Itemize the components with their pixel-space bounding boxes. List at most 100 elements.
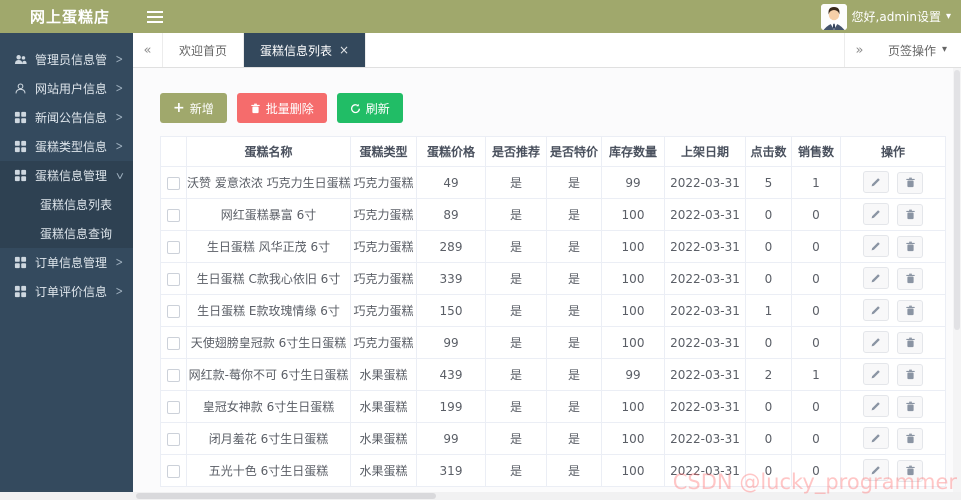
row-checkbox[interactable] [167, 464, 180, 478]
cell-price: 199 [416, 390, 486, 423]
row-checkbox[interactable] [167, 432, 180, 446]
cell-recommend: 是 [485, 422, 547, 455]
cell-type: 巧克力蛋糕 [350, 230, 417, 263]
sidebar-subitem[interactable]: 蛋糕信息查询 [0, 219, 133, 248]
actions-cell [840, 166, 946, 199]
tab-operations-dropdown[interactable]: 页签操作 ▾ [874, 33, 961, 67]
cell-date: 2022-03-31 [664, 198, 746, 231]
double-chevron-right-icon[interactable]: » [843, 33, 874, 67]
sidebar-item-3[interactable]: 蛋糕类型信息管理 > [0, 132, 133, 161]
row-checkbox[interactable] [167, 176, 180, 190]
cell-type: 巧克力蛋糕 [350, 294, 417, 327]
chevron-right-icon: > [115, 81, 123, 96]
checkbox-cell [160, 198, 187, 231]
delete-button[interactable] [897, 267, 923, 290]
table-header-row: 蛋糕名称 蛋糕类型 蛋糕价格 是否推荐 是否特价 库存数量 上架日期 点击数 销售数 操作 [160, 136, 946, 167]
delete-button[interactable] [897, 395, 923, 418]
sidebar-item-label: 订单信息管理 [35, 256, 108, 270]
row-checkbox[interactable] [167, 304, 180, 318]
cell-date: 2022-03-31 [664, 358, 746, 391]
edit-button[interactable] [863, 459, 889, 482]
row-checkbox[interactable] [167, 368, 180, 382]
cell-sales: 0 [791, 198, 841, 231]
sidebar-item-5[interactable]: 订单信息管理 > [0, 248, 133, 277]
edit-button[interactable] [863, 299, 889, 322]
cell-date: 2022-03-31 [664, 294, 746, 327]
edit-button[interactable] [863, 331, 889, 354]
cell-stock: 100 [601, 390, 665, 423]
edit-button[interactable] [863, 267, 889, 290]
sidebar-item-2[interactable]: 新闻公告信息管理 > [0, 103, 133, 132]
delete-button[interactable] [897, 171, 923, 194]
cell-type: 巧克力蛋糕 [350, 166, 417, 199]
cell-recommend: 是 [485, 358, 547, 391]
refresh-button[interactable]: 刷新 [336, 93, 403, 123]
cell-clicks: 0 [745, 230, 792, 263]
checkbox-cell [160, 262, 187, 295]
cell-clicks: 0 [745, 198, 792, 231]
cell-stock: 100 [601, 326, 665, 359]
edit-button[interactable] [863, 203, 889, 226]
tab-1[interactable]: 蛋糕信息列表 × [244, 33, 367, 67]
row-checkbox[interactable] [167, 272, 180, 286]
row-checkbox[interactable] [167, 336, 180, 350]
cell-clicks: 5 [745, 166, 792, 199]
cell-clicks: 0 [745, 262, 792, 295]
delete-button[interactable] [897, 299, 923, 322]
cell-name: 皇冠女神款 6寸生日蛋糕 [186, 390, 351, 423]
cell-type: 巧克力蛋糕 [350, 198, 417, 231]
edit-button[interactable] [863, 235, 889, 258]
delete-button[interactable] [897, 427, 923, 450]
cell-clicks: 0 [745, 326, 792, 359]
sidebar-subitem[interactable]: 蛋糕信息列表 [0, 190, 133, 219]
table-row: 沃赞 爱意浓浓 巧克力生日蛋糕 巧克力蛋糕 49 是是 99 2022-03-31 5 1 [160, 166, 946, 199]
delete-button[interactable] [897, 331, 923, 354]
column-header: 是否推荐 [485, 136, 547, 167]
tab-0[interactable]: 欢迎首页 [163, 33, 245, 67]
edit-button[interactable] [863, 363, 889, 386]
row-checkbox[interactable] [167, 400, 180, 414]
cell-price: 439 [416, 358, 486, 391]
horizontal-scrollbar[interactable] [0, 492, 961, 500]
table-row: 网红蛋糕暴富 6寸 巧克力蛋糕 89 是是 100 2022-03-31 0 0 [160, 198, 946, 231]
vertical-scrollbar[interactable] [953, 68, 961, 492]
edit-button[interactable] [863, 427, 889, 450]
app-title: 网上蛋糕店 [30, 8, 111, 26]
cell-special: 是 [546, 198, 602, 231]
cell-price: 339 [416, 262, 486, 295]
cell-price: 99 [416, 326, 486, 359]
delete-button[interactable] [897, 203, 923, 226]
actions-cell [840, 358, 946, 391]
column-header: 操作 [840, 136, 946, 167]
cell-special: 是 [546, 326, 602, 359]
delete-button[interactable] [897, 235, 923, 258]
grid-icon [14, 256, 27, 269]
checkbox-cell [160, 230, 187, 263]
actions-cell [840, 198, 946, 231]
user-menu[interactable]: 您好,admin设置 ▾ [820, 3, 961, 30]
sidebar-item-6[interactable]: 订单评价信息管理 > [0, 277, 133, 306]
cell-stock: 100 [601, 198, 665, 231]
table-row: 生日蛋糕 C款我心依旧 6寸 巧克力蛋糕 339 是是 100 2022-03-31 0 0 [160, 262, 946, 295]
cell-name: 生日蛋糕 风华正茂 6寸 [186, 230, 351, 263]
edit-button[interactable] [863, 395, 889, 418]
sidebar-item-1[interactable]: 网站用户信息管理 > [0, 74, 133, 103]
cell-type: 水果蛋糕 [350, 422, 417, 455]
sidebar-item-0[interactable]: 管理员信息管理 > [0, 45, 133, 74]
row-checkbox[interactable] [167, 240, 180, 254]
checkbox-cell [160, 454, 187, 487]
close-icon[interactable]: × [339, 43, 349, 57]
batch-delete-button[interactable]: 批量删除 [236, 93, 327, 123]
chevron-right-icon: > [115, 139, 123, 154]
delete-button[interactable] [897, 459, 923, 482]
delete-button[interactable] [897, 363, 923, 386]
table-row: 生日蛋糕 风华正茂 6寸 巧克力蛋糕 289 是是 100 2022-03-31 0 0 [160, 230, 946, 263]
add-button[interactable]: + 新增 [160, 93, 227, 123]
column-header: 蛋糕名称 [186, 136, 351, 167]
main-content: + 新增 批量删除 刷新 蛋糕名称 蛋糕类型 蛋糕价格 是否推荐 是否特价 库存… [133, 68, 961, 492]
hamburger-icon[interactable] [147, 10, 163, 23]
edit-button[interactable] [863, 171, 889, 194]
double-chevron-left-icon[interactable]: « [133, 33, 163, 67]
row-checkbox[interactable] [167, 208, 180, 222]
sidebar-item-4[interactable]: 蛋糕信息管理 > [0, 161, 133, 190]
